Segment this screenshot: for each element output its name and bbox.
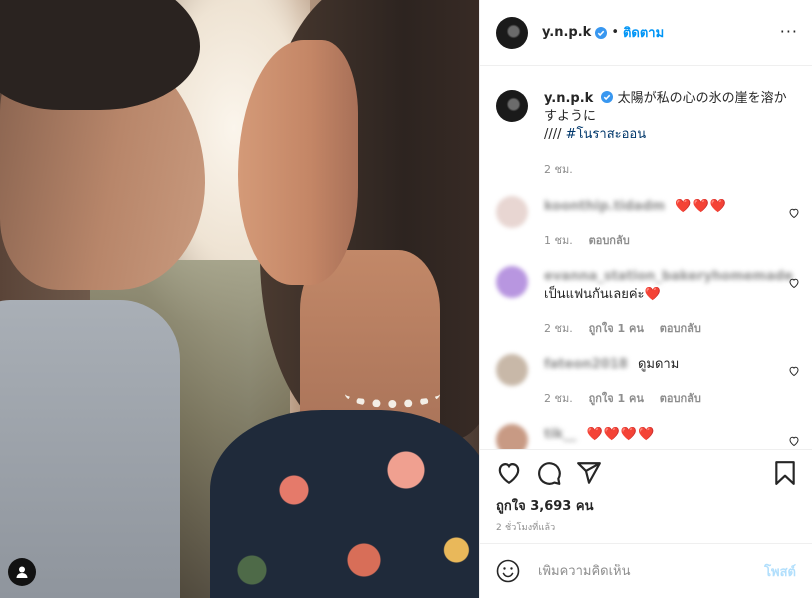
post-caption: y.n.p.k 太陽が私の心の氷の崖を溶かすように //// #โนราสะออ… [496, 90, 796, 176]
comment-time[interactable]: 2 ชม. [544, 322, 573, 335]
comment-input[interactable] [538, 563, 738, 579]
comment-time[interactable]: 2 ชม. [544, 392, 573, 405]
emoji-icon[interactable] [496, 559, 520, 583]
comment-username[interactable]: tik__ [544, 427, 576, 442]
likes-count[interactable]: ถูกใจ 3,693 คน [496, 495, 593, 516]
reply-button[interactable]: ตอบกลับ [660, 322, 701, 335]
post-side-panel: y.n.p.k • ติดตาม ··· y.n.p.k 太陽が私の心の氷の崖を… [479, 0, 812, 598]
heart-icon[interactable] [788, 277, 800, 289]
caption-time[interactable]: 2 ชม. [544, 160, 573, 178]
caption-username[interactable]: y.n.p.k [544, 91, 593, 106]
avatar[interactable] [496, 354, 528, 386]
more-options-icon[interactable]: ··· [780, 24, 798, 40]
post-actions: ถูกใจ 3,693 คน 2 ชั่วโมงที่แล้ว [480, 449, 812, 549]
comment-text: ❤️❤️❤️ [675, 199, 727, 214]
bookmark-icon[interactable] [772, 460, 798, 486]
share-icon[interactable] [576, 460, 602, 486]
avatar[interactable] [496, 16, 528, 49]
heart-icon[interactable] [496, 460, 522, 486]
caption-prefix: //// [544, 127, 566, 142]
reply-button[interactable]: ตอบกลับ [660, 392, 701, 405]
comment-likes[interactable]: ถูกใจ 1 คน [589, 322, 644, 335]
avatar[interactable] [496, 196, 528, 228]
heart-icon[interactable] [788, 435, 800, 447]
comment-time[interactable]: 1 ชม. [544, 234, 573, 247]
avatar[interactable] [496, 424, 528, 449]
comment-text: เป็นแฟนกันเลยค่ะ❤️ [544, 287, 661, 302]
user-tag-icon[interactable] [8, 558, 36, 586]
follow-button[interactable]: ติดตาม [623, 22, 664, 43]
comment-username[interactable]: evanna_station_bakeryhomemade [544, 269, 793, 284]
comment-username[interactable]: koonthip.tidadm [544, 199, 665, 214]
verified-badge-icon [601, 91, 614, 103]
heart-icon[interactable] [788, 207, 800, 219]
comment-text: ❤️❤️❤️❤️ [586, 427, 656, 442]
heart-icon[interactable] [788, 365, 800, 377]
header-separator: • [611, 25, 619, 40]
post-header: y.n.p.k • ติดตาม ··· [480, 0, 812, 66]
comment-text: ดูมดาม [637, 357, 680, 372]
post-comment-button[interactable]: โพสต์ [764, 561, 796, 582]
reply-button[interactable]: ตอบกลับ [589, 234, 630, 247]
avatar[interactable] [496, 266, 528, 298]
verified-badge-icon [595, 26, 608, 39]
add-comment-bar: โพสต์ [480, 543, 812, 598]
header-username[interactable]: y.n.p.k [542, 25, 591, 40]
comment-likes[interactable]: ถูกใจ 1 คน [589, 392, 644, 405]
comments-list[interactable]: y.n.p.k 太陽が私の心の氷の崖を溶かすように //// #โนราสะออ… [480, 66, 812, 449]
post-time[interactable]: 2 ชั่วโมงที่แล้ว [496, 520, 555, 534]
caption-hashtag[interactable]: #โนราสะออน [566, 127, 646, 142]
comment-username[interactable]: fateon2018 [544, 357, 628, 372]
post-photo[interactable] [0, 0, 479, 598]
comment-icon[interactable] [536, 460, 562, 486]
instagram-post-modal: y.n.p.k • ติดตาม ··· y.n.p.k 太陽が私の心の氷の崖を… [0, 0, 812, 598]
avatar[interactable] [496, 90, 528, 122]
